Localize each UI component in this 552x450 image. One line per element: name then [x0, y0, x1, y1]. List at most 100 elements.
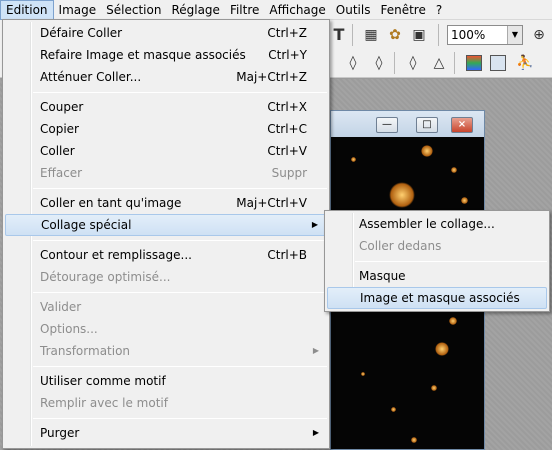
menu-item-label: Masque [359, 269, 406, 283]
menu-help[interactable]: ? [431, 0, 447, 20]
star-light [451, 167, 457, 173]
menu-item-label: Atténuer Coller... [40, 70, 142, 84]
menu-separator [355, 261, 547, 262]
menu-outils[interactable]: Outils [331, 0, 376, 20]
menu-item-valider[interactable]: Valider [5, 296, 327, 318]
menu-item-detourage[interactable]: Détourage optimisé... [5, 266, 327, 288]
menu-item-label: Détourage optimisé... [40, 270, 171, 284]
run-icon[interactable]: ⛹ [516, 54, 534, 72]
color-palette-icon[interactable] [466, 55, 482, 71]
menu-item-attenuer-coller[interactable]: Atténuer Coller... Maj+Ctrl+Z [5, 66, 327, 88]
menu-separator [33, 418, 327, 419]
menu-item-label: Image et masque associés [360, 291, 520, 305]
menu-item-couper[interactable]: Couper Ctrl+X [5, 96, 327, 118]
menu-item-copier[interactable]: Copier Ctrl+C [5, 118, 327, 140]
star-light [431, 385, 437, 391]
menu-edition[interactable]: Edition [0, 0, 54, 20]
submenu-arrow-icon: ▶ [311, 220, 318, 229]
collage-special-submenu: Assembler le collage... Coller dedans Ma… [324, 210, 550, 312]
toolbar-separator [454, 52, 455, 74]
menu-item-transformation[interactable]: Transformation ▶ [5, 340, 327, 362]
menu-item-label: Coller dedans [359, 239, 442, 253]
menu-item-coller[interactable]: Coller Ctrl+V [5, 140, 327, 162]
menu-item-coller-image[interactable]: Coller en tant qu'image Maj+Ctrl+V [5, 192, 327, 214]
star-light [411, 437, 417, 443]
menu-item-label: Couper [40, 100, 84, 114]
menu-item-shortcut: Ctrl+V [267, 144, 307, 158]
menu-item-remplir-motif[interactable]: Remplir avec le motif [5, 392, 327, 414]
star-light [461, 197, 468, 204]
menu-item-collage-special[interactable]: Collage spécial ▶ [5, 214, 327, 236]
menu-item-label: Contour et remplissage... [40, 248, 192, 262]
menu-item-shortcut: Ctrl+Z [267, 26, 307, 40]
document-titlebar[interactable]: — □ × [331, 111, 484, 137]
triangle-icon[interactable]: △ [430, 54, 448, 72]
zoom-value: 100% [451, 28, 486, 42]
menu-selection[interactable]: Sélection [101, 0, 166, 20]
layers-icon[interactable]: ▦ [362, 26, 380, 44]
menu-item-label: Purger [40, 426, 80, 440]
menu-item-refaire[interactable]: Refaire Image et masque associés Ctrl+Y [5, 44, 327, 66]
menu-item-label: Utiliser comme motif [40, 374, 166, 388]
close-button[interactable]: × [451, 117, 473, 133]
star-light [351, 157, 356, 162]
star-light [389, 182, 415, 208]
menu-separator [33, 92, 327, 93]
menu-item-shortcut: Maj+Ctrl+Z [236, 70, 307, 84]
toolbar-separator [438, 24, 439, 46]
window-icon[interactable]: ▣ [410, 26, 428, 44]
menu-item-effacer[interactable]: Effacer Suppr [5, 162, 327, 184]
menu-item-shortcut: Ctrl+Y [268, 48, 307, 62]
menu-separator [33, 188, 327, 189]
chevron-down-icon[interactable]: ▼ [507, 26, 522, 44]
menu-item-shortcut: Ctrl+C [267, 122, 307, 136]
droplet-icon[interactable]: ◊ [404, 54, 422, 72]
submenu-item-image-masque[interactable]: Image et masque associés [327, 287, 547, 309]
menu-filtre[interactable]: Filtre [225, 0, 264, 20]
submenu-arrow-icon: ▶ [312, 346, 319, 355]
star-light [421, 145, 433, 157]
menu-item-purger[interactable]: Purger ▶ [5, 422, 327, 444]
menu-item-label: Effacer [40, 166, 83, 180]
settings-icon[interactable]: ✿ [386, 26, 404, 44]
maximize-button[interactable]: □ [416, 117, 438, 133]
menu-item-label: Transformation [40, 344, 131, 358]
star-light [435, 342, 449, 356]
menu-item-label: Refaire Image et masque associés [40, 48, 246, 62]
droplet-icon[interactable]: ◊ [370, 54, 388, 72]
menu-item-contour-remplissage[interactable]: Contour et remplissage... Ctrl+B [5, 244, 327, 266]
submenu-item-assembler[interactable]: Assembler le collage... [327, 213, 547, 235]
droplet-icon[interactable]: ◊ [344, 54, 362, 72]
menu-item-options[interactable]: Options... [5, 318, 327, 340]
menu-fenetre[interactable]: Fenêtre [375, 0, 430, 20]
star-light [361, 372, 365, 376]
minimize-button[interactable]: — [376, 117, 398, 133]
menu-item-utiliser-motif[interactable]: Utiliser comme motif [5, 370, 327, 392]
submenu-item-coller-dedans[interactable]: Coller dedans [327, 235, 547, 257]
menu-item-shortcut: Ctrl+B [267, 248, 307, 262]
menu-item-shortcut: Ctrl+X [267, 100, 307, 114]
menu-separator [33, 240, 327, 241]
menu-item-shortcut: Maj+Ctrl+V [236, 196, 307, 210]
star-light [391, 407, 396, 412]
menu-item-label: Options... [40, 322, 98, 336]
menu-affichage[interactable]: Affichage [264, 0, 330, 20]
menu-item-label: Coller [40, 144, 75, 158]
edit-menu: Défaire Coller Ctrl+Z Refaire Image et m… [2, 19, 330, 449]
menu-separator [33, 292, 327, 293]
menu-reglage[interactable]: Réglage [166, 0, 225, 20]
zoom-icon[interactable]: ⊕ [530, 26, 548, 44]
zoom-select[interactable]: 100% ▼ [447, 25, 523, 45]
menu-image[interactable]: Image [54, 0, 102, 20]
menu-separator [33, 366, 327, 367]
menu-bar: Edition Image Sélection Réglage Filtre A… [0, 0, 552, 20]
text-tool-icon[interactable]: T [330, 26, 348, 44]
menu-item-defaire-coller[interactable]: Défaire Coller Ctrl+Z [5, 22, 327, 44]
swatch-icon[interactable] [490, 55, 506, 71]
menu-item-label: Défaire Coller [40, 26, 123, 40]
submenu-item-masque[interactable]: Masque [327, 265, 547, 287]
menu-item-label: Valider [40, 300, 82, 314]
menu-item-label: Remplir avec le motif [40, 396, 168, 410]
toolbar-separator [394, 52, 395, 74]
menu-item-label: Collage spécial [41, 218, 132, 232]
